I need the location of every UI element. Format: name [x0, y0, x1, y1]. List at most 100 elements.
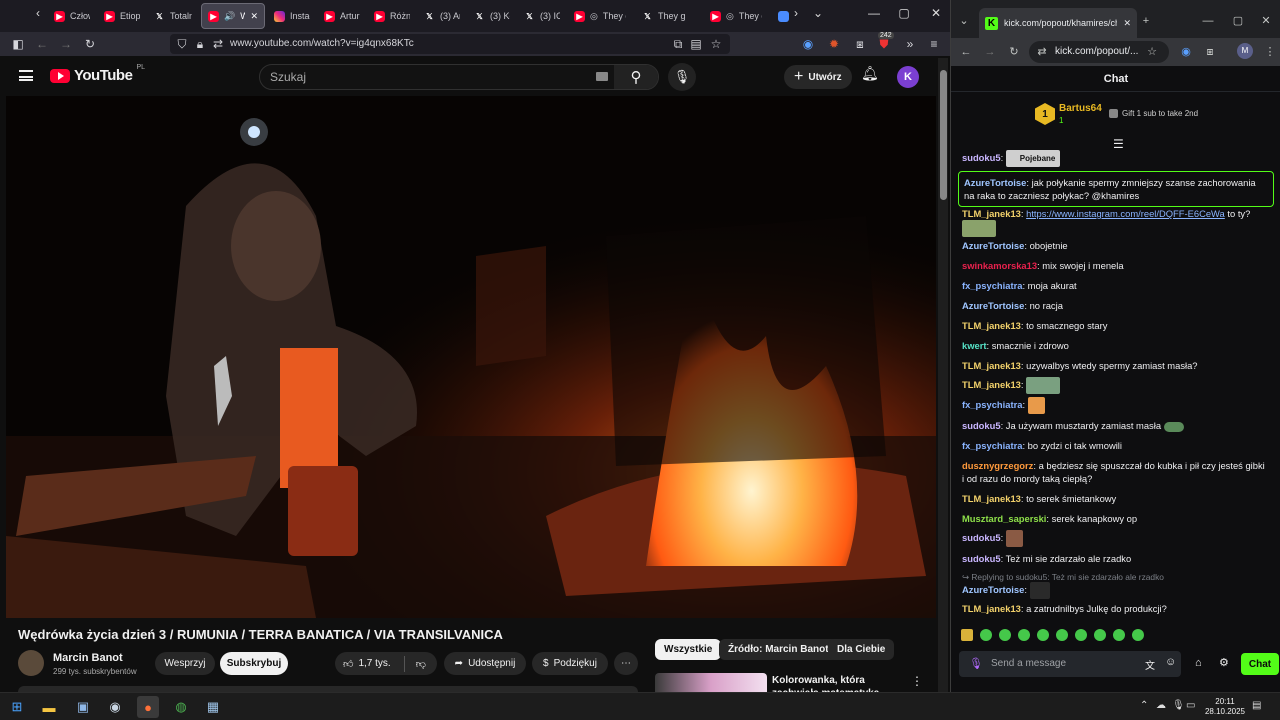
notifications-icon[interactable]: ▤: [1252, 700, 1261, 711]
firefox-icon[interactable]: ●: [137, 696, 159, 718]
minimize-icon[interactable]: —: [864, 6, 884, 20]
search-icon[interactable]: ⚲: [614, 65, 658, 89]
dislike-icon[interactable]: 👎︎: [416, 658, 426, 670]
youtube-logo[interactable]: YouTube PL: [50, 64, 145, 84]
picture-in-picture-icon[interactable]: ⧉: [670, 36, 686, 52]
chat-send-button[interactable]: Chat: [1241, 653, 1279, 675]
support-button[interactable]: Wesprzyj: [155, 652, 215, 675]
gift-prompt[interactable]: Gift 1 sub to take 2nd: [1109, 109, 1198, 118]
lock-icon[interactable]: 🔒︎: [192, 36, 208, 52]
chrome-icon[interactable]: ◍: [170, 696, 192, 718]
speaker-icon[interactable]: 🔊: [224, 11, 235, 22]
chip-source[interactable]: Źródło: Marcin Banot: [719, 639, 838, 660]
steam-icon[interactable]: ◉: [104, 696, 126, 718]
hamburger-menu-icon[interactable]: [19, 70, 33, 81]
forward-icon[interactable]: →: [58, 36, 74, 52]
tray-chevron-icon[interactable]: ⌃: [1140, 700, 1148, 711]
tab-11[interactable]: ▶◎They g: [568, 3, 632, 29]
file-explorer-icon[interactable]: ▬: [38, 696, 60, 718]
tab-2[interactable]: ▶ Etiop: [98, 3, 146, 29]
tab-8[interactable]: 𝕏(3) An: [418, 3, 466, 29]
maximize-icon[interactable]: ▢: [894, 6, 914, 20]
create-button[interactable]: + Utwórz: [784, 65, 852, 89]
chat-link[interactable]: https://www.instagram.com/reel/DQFF-E6Ce…: [1026, 208, 1225, 219]
new-tab-icon[interactable]: +: [1139, 14, 1153, 28]
search-input[interactable]: Szukaj: [270, 70, 306, 84]
recommended-more-icon[interactable]: ⋮: [911, 674, 923, 688]
close-tab-icon[interactable]: ✕: [250, 11, 258, 22]
shield-icon[interactable]: ⛉: [174, 36, 190, 52]
back-icon[interactable]: ←: [959, 45, 973, 59]
tab-5[interactable]: Instag: [268, 3, 316, 29]
extensions-puzzle-icon[interactable]: ⧆: [852, 36, 868, 52]
chat-settings-icon[interactable]: ⚙: [1219, 656, 1229, 669]
tab-search-chevron-icon[interactable]: ⌄: [957, 14, 971, 28]
chat-store-icon[interactable]: ⌂: [1195, 657, 1202, 669]
mic-icon[interactable]: 🎙︎: [969, 657, 983, 670]
address-bar[interactable]: ⛉ 🔒︎ ⇄ www.youtube.com/watch?v=ig4qnx68K…: [170, 34, 730, 54]
extension-fox-icon[interactable]: ✹: [826, 36, 842, 52]
tab-9[interactable]: 𝕏(3) Ko: [468, 3, 516, 29]
minimize-icon[interactable]: —: [1201, 14, 1215, 28]
account-avatar[interactable]: K: [897, 66, 919, 88]
translate-icon[interactable]: 文: [1145, 657, 1155, 672]
chrome-menu-icon[interactable]: ⋮: [1263, 45, 1277, 59]
chrome-tab[interactable]: K kick.com/popout/khamires/cha ✕: [979, 8, 1137, 38]
tab-active[interactable]: ▶🔊Wę✕: [201, 3, 265, 29]
site-info-icon[interactable]: ⇄: [1035, 45, 1049, 59]
share-button[interactable]: ➦ Udostępnij: [444, 652, 526, 675]
close-window-icon[interactable]: ✕: [926, 6, 946, 20]
extension-globe-icon[interactable]: ◉: [1179, 45, 1193, 59]
page-scrollbar[interactable]: [938, 58, 948, 692]
profile-avatar[interactable]: M: [1237, 43, 1253, 59]
emote-button[interactable]: [1056, 629, 1068, 641]
tab-7[interactable]: ▶Różni: [368, 3, 416, 29]
tab-13[interactable]: ▶◎They g: [704, 3, 768, 29]
tab-scroll-right-icon[interactable]: ›: [786, 6, 806, 20]
menu-icon[interactable]: ≡: [926, 36, 942, 52]
mic-icon[interactable]: 🎙︎: [668, 63, 696, 91]
reply-context[interactable]: ↪ Replying to sudoku5: Też mi sie zdarza…: [962, 572, 1164, 582]
extensions-puzzle-icon[interactable]: ⧆: [1203, 45, 1217, 59]
start-icon[interactable]: ⊞: [6, 696, 28, 718]
calculator-icon[interactable]: ▦: [202, 696, 224, 718]
clock[interactable]: 20:11 28.10.2025: [1200, 697, 1250, 717]
subscribe-button[interactable]: Subskrybuj: [220, 652, 288, 675]
sidebar-icon[interactable]: ◧: [10, 36, 26, 52]
leader-name[interactable]: Bartus64: [1059, 103, 1102, 114]
more-actions-icon[interactable]: ⋯: [614, 652, 638, 675]
search-box[interactable]: Szukaj ⚲: [259, 64, 659, 90]
emote-button[interactable]: [1113, 629, 1125, 641]
emoji-icon[interactable]: ☺: [1165, 656, 1176, 668]
monitor-app-icon[interactable]: ▣: [72, 696, 94, 718]
forward-icon[interactable]: →: [983, 45, 997, 59]
emote-button[interactable]: [1094, 629, 1106, 641]
chat-input[interactable]: 🎙︎ Send a message 文 ☺: [959, 651, 1181, 677]
scrollbar-thumb[interactable]: [940, 70, 947, 200]
emote-button[interactable]: [1037, 629, 1049, 641]
emote-button[interactable]: [1132, 629, 1144, 641]
close-window-icon[interactable]: ✕: [1259, 14, 1273, 28]
like-icon[interactable]: 👍︎: [343, 658, 353, 670]
recommended-title[interactable]: Kolorowanka, która zachwiała matematyką: [772, 674, 912, 692]
close-tab-icon[interactable]: ✕: [1123, 18, 1131, 29]
tab-3[interactable]: 𝕏 Totaln: [148, 3, 198, 29]
chip-for-you[interactable]: Dla Ciebie: [828, 639, 895, 660]
like-count[interactable]: 1,7 tys.: [358, 658, 390, 669]
thanks-button[interactable]: $ Podziękuj: [532, 652, 608, 675]
chip-all[interactable]: Wszystkie: [655, 639, 722, 660]
channel-avatar[interactable]: [18, 650, 44, 676]
tab-6[interactable]: ▶ Artur: [318, 3, 366, 29]
cloud-icon[interactable]: ☁: [1156, 700, 1166, 711]
tab-10[interactable]: 𝕏 (3) IC: [518, 3, 566, 29]
tab-list-chevron-icon[interactable]: ⌄: [808, 6, 828, 20]
emote-button[interactable]: [980, 629, 992, 641]
reader-view-icon[interactable]: ▤: [688, 36, 704, 52]
mic-tray-icon[interactable]: 🎙︎: [1172, 700, 1185, 711]
overflow-chevrons-icon[interactable]: »: [902, 36, 918, 52]
reload-icon[interactable]: ↻: [1007, 45, 1021, 59]
tab-scroll-left-icon[interactable]: ‹: [28, 6, 48, 20]
reload-icon[interactable]: ↻: [82, 36, 98, 52]
tab-1[interactable]: ▶Człow: [48, 3, 96, 29]
recommended-thumbnail[interactable]: [655, 673, 767, 692]
